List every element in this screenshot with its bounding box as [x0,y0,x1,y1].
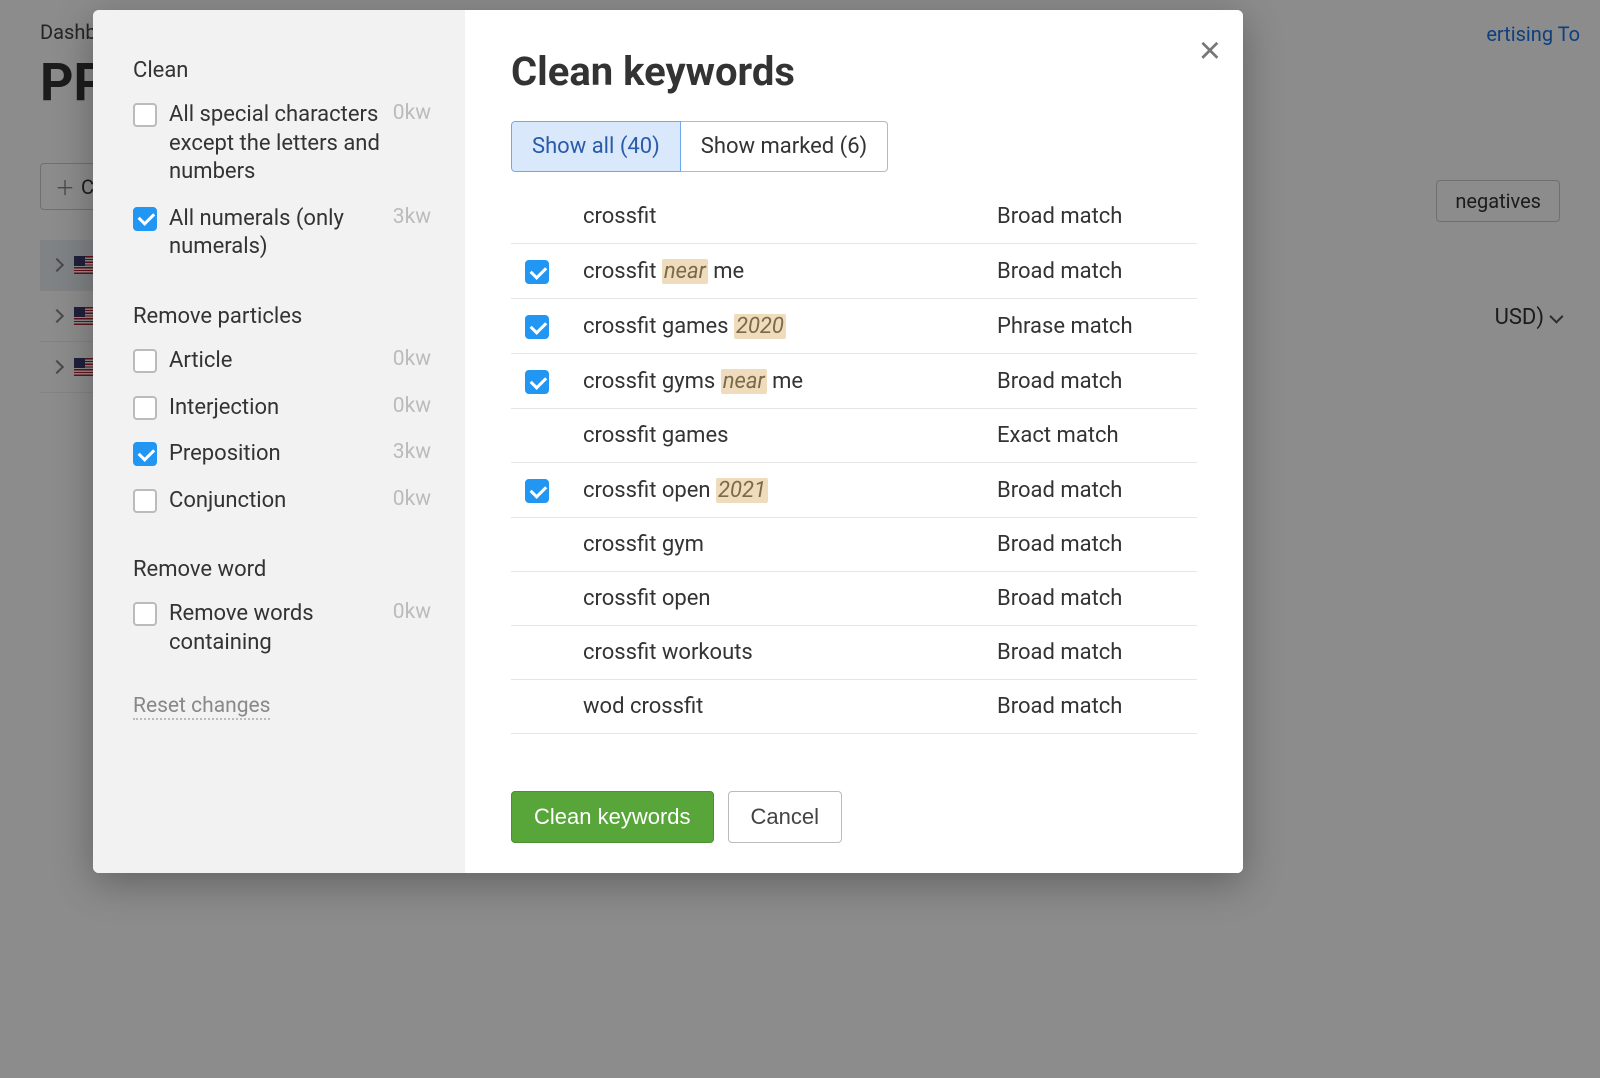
option-count: 0kw [393,347,431,371]
tab-show-all[interactable]: Show all (40) [511,121,681,172]
option-numerals[interactable]: All numerals (only numerals) 3kw [133,205,431,262]
option-remove-words[interactable]: Remove words containing 0kw [133,600,431,657]
option-interjection[interactable]: Interjection 0kw [133,394,431,423]
keyword-row: crossfit near meBroad match [511,244,1197,299]
option-label: Preposition [169,440,381,469]
keyword-text: wod crossfit [583,694,997,719]
keyword-text: crossfit near me [583,259,997,284]
keyword-row: crossfit workoutsBroad match [511,626,1197,680]
checkbox[interactable] [133,103,157,127]
keyword-text: crossfit open 2021 [583,478,997,503]
keyword-match-type: Broad match [997,640,1197,665]
checkbox[interactable] [133,602,157,626]
option-count: 0kw [393,487,431,511]
section-particles-title: Remove particles [133,304,431,329]
keyword-check-col [511,477,583,503]
modal-sidebar: Clean All special characters except the … [93,10,465,873]
option-label: Conjunction [169,487,381,516]
option-label: Article [169,347,381,376]
option-count: 0kw [393,600,431,624]
highlight: near [662,259,708,284]
option-preposition[interactable]: Preposition 3kw [133,440,431,469]
keyword-text: crossfit games [583,423,997,448]
keyword-match-type: Broad match [997,586,1197,611]
keyword-row: crossfit openBroad match [511,572,1197,626]
keyword-text: crossfit open [583,586,997,611]
cancel-button[interactable]: Cancel [728,791,842,843]
keyword-row: crossfit gamesExact match [511,409,1197,463]
checkbox[interactable] [525,479,549,503]
option-label: All special characters except the letter… [169,101,381,187]
keyword-text: crossfit gym [583,532,997,557]
close-button[interactable]: × [1199,32,1221,70]
tab-show-marked[interactable]: Show marked (6) [681,121,888,172]
keyword-row: crossfit open 2021Broad match [511,463,1197,518]
keyword-row: crossfit games 2020Phrase match [511,299,1197,354]
checkbox[interactable] [133,349,157,373]
keyword-text: crossfit gyms near me [583,369,997,394]
modal-content: × Clean keywords Show all (40) Show mark… [465,10,1243,873]
keyword-text: crossfit games 2020 [583,314,997,339]
section-word-title: Remove word [133,557,431,582]
option-conjunction[interactable]: Conjunction 0kw [133,487,431,516]
highlight: near [721,369,767,394]
close-icon: × [1199,30,1221,72]
keyword-match-type: Broad match [997,478,1197,503]
section-clean-title: Clean [133,58,431,83]
checkbox[interactable] [525,370,549,394]
option-count: 3kw [393,205,431,229]
keyword-check-col [511,313,583,339]
highlight: 2021 [716,478,768,503]
option-label: Interjection [169,394,381,423]
keyword-list: crossfitBroad matchcrossfit near meBroad… [511,190,1197,769]
keyword-row: wod crossfitBroad match [511,680,1197,734]
option-count: 0kw [393,394,431,418]
keyword-match-type: Broad match [997,204,1197,229]
keyword-match-type: Broad match [997,532,1197,557]
checkbox[interactable] [133,489,157,513]
option-count: 3kw [393,440,431,464]
checkbox[interactable] [525,315,549,339]
checkbox[interactable] [133,442,157,466]
keyword-match-type: Broad match [997,694,1197,719]
option-special-chars[interactable]: All special characters except the letter… [133,101,431,187]
keyword-check-col [511,368,583,394]
tab-group: Show all (40) Show marked (6) [511,121,1197,172]
keyword-text: crossfit [583,204,997,229]
checkbox[interactable] [133,207,157,231]
modal-title: Clean keywords [511,48,1197,95]
option-article[interactable]: Article 0kw [133,347,431,376]
keyword-row: crossfit gymBroad match [511,518,1197,572]
keyword-match-type: Exact match [997,423,1197,448]
checkbox[interactable] [525,260,549,284]
option-label: All numerals (only numerals) [169,205,381,262]
keyword-match-type: Broad match [997,369,1197,394]
modal-footer: Clean keywords Cancel [511,791,1197,843]
reset-changes-link[interactable]: Reset changes [133,694,270,720]
clean-keywords-button[interactable]: Clean keywords [511,791,714,843]
checkbox[interactable] [133,396,157,420]
keyword-text: crossfit workouts [583,640,997,665]
keyword-row: crossfitBroad match [511,190,1197,244]
highlight: 2020 [734,314,786,339]
keyword-row: crossfit gyms near meBroad match [511,354,1197,409]
option-label: Remove words containing [169,600,381,657]
clean-keywords-modal: Clean All special characters except the … [93,10,1243,873]
keyword-match-type: Phrase match [997,314,1197,339]
option-count: 0kw [393,101,431,125]
keyword-check-col [511,258,583,284]
keyword-match-type: Broad match [997,259,1197,284]
